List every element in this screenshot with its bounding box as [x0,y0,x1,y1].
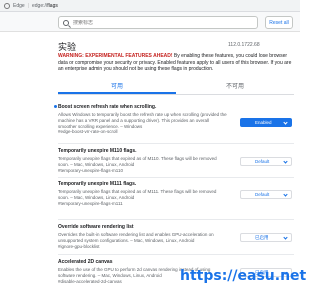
flag-select[interactable]: Default [240,190,292,199]
chevron-down-icon [283,120,288,125]
flags-header: Reset all [0,12,300,32]
flag-link[interactable]: #ignore-gpu-blocklist [58,244,294,250]
divider [58,219,294,220]
flag-title: Temporarily unexpire M111 flags. [58,181,137,187]
divider [58,143,294,144]
flag-select-value: 已启用 [255,234,269,240]
tab-unavailable[interactable]: 不可用 [176,81,294,94]
flag-item: Temporarily unexpire M111 flags. Tempora… [58,181,294,206]
flag-title: Override software rendering list [58,224,134,230]
flag-select[interactable]: Default [240,157,292,166]
flag-description: Allows Windows to temporarily boost the … [58,112,227,129]
chevron-down-icon [283,235,288,240]
search-input[interactable] [73,19,253,26]
flag-link[interactable]: #temporary-unexpire-flags-m110 [58,168,294,174]
search-icon [63,19,69,26]
info-icon[interactable] [4,2,10,9]
flag-select[interactable]: Enabled [240,118,292,127]
flag-select-value: Default [255,192,270,197]
modified-dot-icon [54,105,57,108]
address-separator: | [27,2,29,9]
flag-description: Temporarily unexpire flags that expired … [58,156,217,167]
version-number: 112.0.1722.68 [228,42,260,48]
tab-available[interactable]: 可用 [58,81,176,94]
flag-select-value: Default [255,159,270,164]
flag-select-value: Enabled [255,120,272,125]
flag-title: Accelerated 2D canvas [58,259,113,265]
page-title: 实验 [58,42,77,52]
flag-select[interactable]: 已启用 [240,233,292,242]
flag-link[interactable]: #temporary-unexpire-flags-m111 [58,201,294,207]
search-box[interactable] [58,16,258,29]
url-text[interactable]: edge://flags [32,3,58,9]
flag-title: Temporarily unexpire M110 flags. [58,148,137,154]
flag-title: Boost screen refresh rate when scrolling… [58,104,157,110]
browser-address-bar[interactable]: Edge | edge://flags [0,0,300,12]
flag-item: Temporarily unexpire M110 flags. Tempora… [58,148,294,173]
tab-bar: 可用 不可用 [58,81,294,95]
divider [58,177,294,178]
warning-text: WARNING: EXPERIMENTAL FEATURES AHEAD! By… [58,53,294,73]
flag-item: Boost screen refresh rate when scrolling… [54,104,294,135]
warning-heading: WARNING: EXPERIMENTAL FEATURES AHEAD! [58,53,173,59]
flag-description: Temporarily unexpire flags that expired … [58,189,217,200]
watermark-text: https://easu.net [180,268,307,284]
divider [58,254,294,255]
chevron-down-icon [283,192,288,197]
flag-link[interactable]: #edge-boost-vrr-rate-on-scroll [58,129,294,135]
flag-item: Override software rendering list Overrid… [58,224,294,249]
flag-description: Overrides the built-in software renderin… [58,232,214,243]
reset-all-button[interactable]: Reset all [265,16,293,29]
edge-label: Edge [13,2,25,9]
chevron-down-icon [283,159,288,164]
